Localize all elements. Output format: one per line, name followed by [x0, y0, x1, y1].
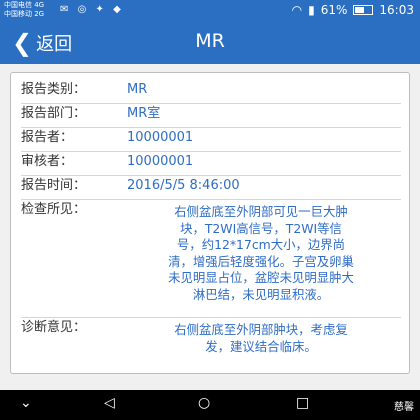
field-row: 报告者： 10000001	[21, 127, 401, 152]
field-value: 10000001	[127, 130, 194, 145]
findings-line: 未见明显占位，盆腔未见明显肿大	[168, 270, 354, 285]
findings-line: 淋巴结，未见明显积液。	[192, 286, 330, 302]
findings-label: 检查所见：	[21, 202, 87, 217]
carrier-2: 中国移动 2G	[4, 10, 45, 18]
field-row: 审核者： 10000001	[21, 151, 401, 176]
field-label: 报告时间：	[21, 178, 87, 193]
field-row: 报告类别： MR	[21, 79, 401, 104]
diagnosis-line: 发，建议结合临床。	[205, 338, 317, 354]
watermark-logo: 慈馨	[394, 402, 414, 413]
diagnosis-line: 右侧盆底至外阴部肿块，考虑复	[174, 322, 348, 337]
system-nav-bar: ⌄ ◁ ○ □ 慈馨	[0, 390, 420, 420]
field-label: 报告类别：	[21, 82, 87, 97]
field-row: 报告时间： 2016/5/5 8:46:00	[21, 175, 401, 200]
findings-row: 检查所见： 右侧盆底至外阴部可见一巨大肿 块，T2WI高信号，T2WI等信 号，…	[21, 199, 401, 318]
findings-line: 清，增强后轻度强化。子宫及卵巢	[168, 253, 354, 269]
app-icon: ✦	[95, 4, 107, 15]
notification-icons: ✉ ◎ ✦ ◆	[60, 4, 124, 15]
message-icon: ✉	[60, 4, 72, 15]
carrier-info: 中国电信 4G 中国移动 2G	[4, 1, 44, 19]
app-icon-2: ◆	[113, 4, 124, 15]
signal-icon: ▮	[308, 3, 315, 17]
findings-line: 号，约12*17cm大小，边界尚	[176, 237, 346, 252]
battery-percent: 61%	[320, 3, 348, 17]
field-value: 2016/5/5 8:46:00	[127, 178, 240, 193]
field-label: 报告部门：	[21, 106, 87, 121]
carrier-1: 中国电信 4G	[4, 1, 45, 9]
nav-bar: ❮ 返回 MR	[0, 22, 420, 64]
clock: 16:03	[379, 3, 414, 17]
battery-icon	[353, 5, 374, 15]
field-row: 报告部门： MR室	[21, 103, 401, 128]
back-triangle-icon[interactable]: ◁	[104, 395, 115, 411]
chevron-down-icon[interactable]: ⌄	[20, 395, 32, 411]
report-card: 报告类别： MR 报告部门： MR室 报告者： 10000001 审核者： 10…	[10, 72, 410, 374]
status-right: ◠ ▮ 61% 16:03	[292, 3, 414, 17]
diagnosis-row: 诊断意见： 右侧盆底至外阴部肿块，考虑复 发，建议结合临床。	[21, 317, 401, 363]
home-circle-icon[interactable]: ○	[198, 395, 210, 411]
field-value: 10000001	[127, 154, 194, 169]
diagnosis-label: 诊断意见：	[21, 320, 87, 335]
recent-square-icon[interactable]: □	[296, 395, 309, 411]
field-value: MR	[127, 82, 148, 97]
findings-line: 右侧盆底至外阴部可见一巨大肿	[174, 204, 348, 219]
field-value: MR室	[127, 106, 161, 121]
content-area: 报告类别： MR 报告部门： MR室 报告者： 10000001 审核者： 10…	[0, 64, 420, 390]
findings-line: 块，T2WI高信号，T2WI等信	[180, 220, 342, 236]
wifi-icon: ◠	[291, 3, 303, 17]
diagnosis-text: 右侧盆底至外阴部肿块，考虑复 发，建议结合临床。	[123, 322, 399, 355]
findings-text: 右侧盆底至外阴部可见一巨大肿 块，T2WI高信号，T2WI等信 号，约12*17…	[123, 204, 399, 303]
field-label: 报告者：	[21, 130, 74, 145]
page-title: MR	[195, 30, 225, 52]
status-bar: 中国电信 4G 中国移动 2G ✉ ◎ ✦ ◆ ◠ ▮ 61% 16:03	[0, 0, 420, 22]
field-label: 审核者：	[21, 154, 74, 169]
chat-icon: ◎	[77, 4, 90, 15]
